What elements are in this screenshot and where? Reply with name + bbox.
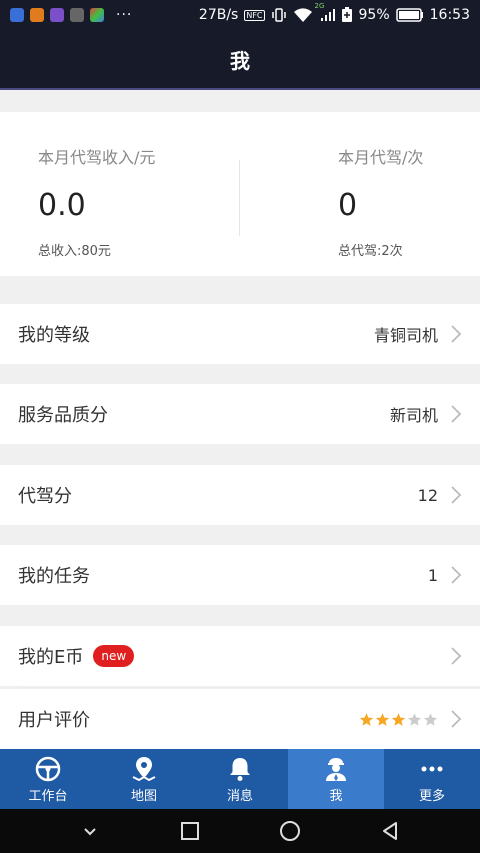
signal-indicator: 2G: [315, 2, 335, 23]
monthly-trips-value: 0: [338, 188, 358, 223]
status-right: 27B/s NFC 2G 95% 16:53: [198, 2, 470, 23]
menu-row-value: 1: [427, 565, 438, 585]
star-empty-icon: [423, 712, 438, 726]
collapse-icon[interactable]: [79, 820, 101, 842]
tab-label: 工作台: [28, 788, 68, 804]
app-notification-icon: [50, 8, 64, 22]
app-notification-icon: [90, 8, 104, 22]
tab-map[interactable]: 地图: [96, 749, 192, 809]
star-filled-icon: [359, 712, 374, 726]
menu-row-value: 12: [417, 485, 438, 505]
menu-row-label: 我的任务: [18, 566, 90, 587]
steering-wheel-icon: [35, 756, 61, 781]
menu-row-tasks[interactable]: 我的任务 1: [0, 545, 480, 605]
net-speed: 27B/s: [198, 7, 239, 23]
page-title: 我: [230, 48, 250, 73]
map-pin-icon: [132, 756, 156, 781]
network-type: 2G: [314, 2, 325, 10]
menu-row-label: 用户评价: [18, 710, 90, 731]
home-icon[interactable]: [279, 820, 301, 842]
more-notifications-icon: ···: [116, 7, 133, 23]
recents-icon[interactable]: [179, 820, 201, 842]
menu-row-level[interactable]: 我的等级 青铜司机: [0, 304, 480, 364]
tab-label: 我: [329, 788, 343, 804]
bottom-tab-bar: 工作台 地图 消息 我 更多: [0, 749, 480, 809]
menu-row-value: 新司机: [389, 406, 438, 425]
rating-stars: [359, 712, 438, 727]
row-divider: [18, 687, 480, 688]
notification-icons: ···: [10, 7, 132, 23]
menu-row-label: 服务品质分: [18, 405, 108, 426]
tab-label: 消息: [226, 788, 253, 804]
system-nav-bar: [0, 809, 480, 853]
app-notification-icon: [70, 8, 84, 22]
clock: 16:53: [429, 7, 470, 23]
monthly-trips-label: 本月代驾/次: [338, 148, 424, 167]
tab-messages[interactable]: 消息: [192, 749, 288, 809]
chevron-right-icon: [451, 325, 462, 343]
new-badge: new: [93, 645, 135, 667]
total-trips: 总代驾:2次: [338, 244, 403, 259]
tab-workbench[interactable]: 工作台: [0, 749, 96, 809]
app-notification-icon: [10, 8, 24, 22]
tab-me[interactable]: 我: [288, 749, 384, 809]
status-bar: ··· 27B/s NFC 2G 95% 16:53: [0, 0, 480, 30]
chevron-right-icon: [451, 647, 462, 665]
total-income: 总收入:80元: [38, 244, 111, 259]
star-filled-icon: [391, 712, 406, 726]
battery-percent: 95%: [358, 7, 390, 23]
vibrate-icon: [271, 8, 286, 22]
monthly-income-value: 0.0: [38, 188, 86, 223]
stats-card: 本月代驾收入/元 0.0 总收入:80元 本月代驾/次 0 总代驾:2次: [0, 112, 480, 276]
star-filled-icon: [375, 712, 390, 726]
main-content[interactable]: 本月代驾收入/元 0.0 总收入:80元 本月代驾/次 0 总代驾:2次 我的等…: [0, 92, 480, 749]
nfc-icon: NFC: [244, 9, 265, 21]
header-bar: 我: [0, 30, 480, 90]
menu-row-label: 我的E币: [18, 647, 84, 668]
tab-more[interactable]: 更多: [384, 749, 480, 809]
tab-label: 更多: [418, 788, 445, 804]
menu-row-ecoin[interactable]: 我的E币 new: [0, 626, 480, 686]
app-notification-icon: [30, 8, 44, 22]
menu-row-value: 青铜司机: [373, 326, 438, 345]
stats-divider: [239, 160, 240, 236]
star-empty-icon: [407, 712, 422, 726]
menu-row-service-quality[interactable]: 服务品质分 新司机: [0, 384, 480, 444]
chevron-right-icon: [451, 566, 462, 584]
wifi-icon: [293, 8, 312, 22]
chevron-right-icon: [451, 486, 462, 504]
monthly-income-label: 本月代驾收入/元: [38, 148, 156, 167]
menu-row-label: 代驾分: [18, 486, 72, 507]
bell-icon: [230, 757, 250, 781]
driver-icon: [326, 757, 346, 781]
tab-label: 地图: [130, 788, 157, 804]
menu-row-label: 我的等级: [18, 325, 90, 346]
more-dots-icon: [421, 766, 443, 771]
menu-row-driving-score[interactable]: 代驾分 12: [0, 465, 480, 525]
menu-row-user-rating[interactable]: 用户评价: [0, 689, 480, 749]
battery-icon: [395, 8, 423, 22]
chevron-right-icon: [451, 405, 462, 423]
back-icon[interactable]: [379, 820, 401, 842]
chevron-right-icon: [451, 710, 462, 728]
battery-saver-icon: [341, 7, 352, 22]
